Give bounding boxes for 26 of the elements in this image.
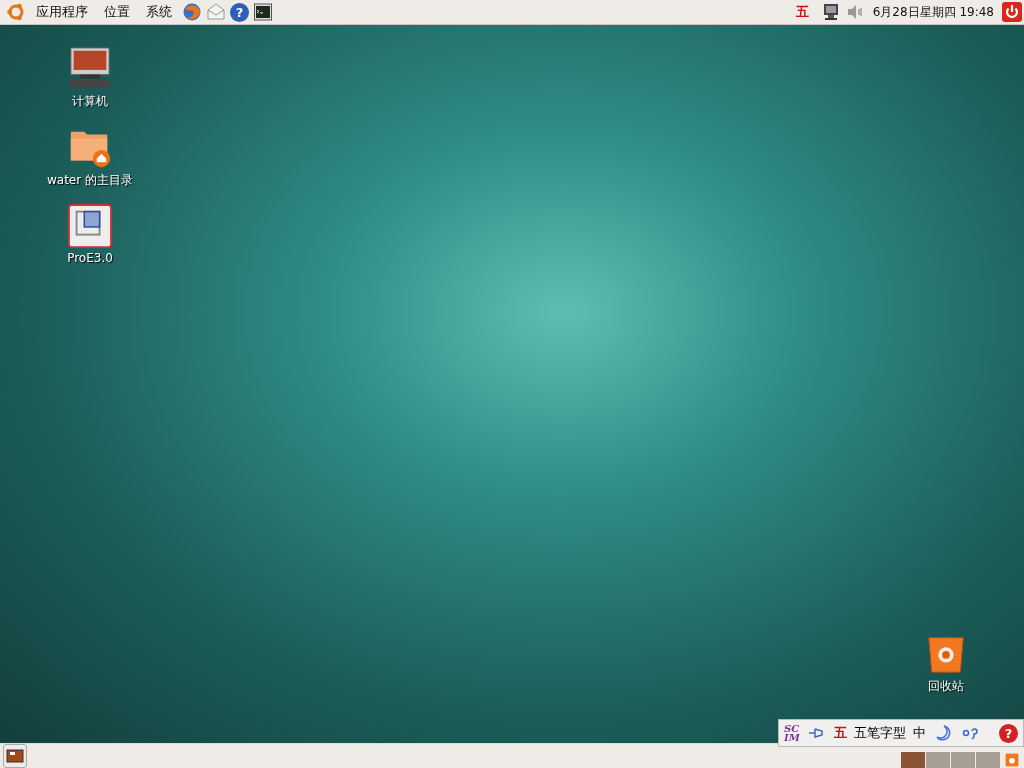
desktop-icon-label[interactable]: water 的主目录 bbox=[47, 172, 133, 189]
workspace-switcher-cell[interactable] bbox=[926, 752, 950, 768]
input-mode-indicator[interactable]: 五 bbox=[833, 724, 847, 742]
desktop-icon-label[interactable]: 回收站 bbox=[928, 678, 964, 695]
workspace-switcher-cell[interactable] bbox=[976, 752, 1000, 768]
logo-icon[interactable] bbox=[6, 2, 26, 22]
menu-item[interactable]: 应用程序 bbox=[30, 3, 94, 21]
workspace-switcher-cell[interactable] bbox=[901, 752, 925, 768]
help-icon[interactable]: ? bbox=[999, 723, 1018, 743]
desktop-icon-label[interactable]: 计算机 bbox=[72, 93, 108, 110]
browser-icon[interactable] bbox=[182, 2, 202, 22]
help-icon[interactable]: ? bbox=[230, 2, 249, 22]
power-icon[interactable] bbox=[1002, 2, 1022, 22]
desktop-icon-label[interactable]: ProE3.0 bbox=[67, 251, 113, 265]
show-desktop-icon[interactable] bbox=[3, 744, 27, 768]
scim-logo[interactable]: SC IM bbox=[784, 724, 800, 742]
application-icon[interactable] bbox=[67, 203, 113, 249]
trash-applet-icon[interactable] bbox=[1004, 752, 1020, 768]
menu-item[interactable]: 位置 bbox=[98, 3, 136, 21]
clock[interactable]: 6月28日星期四 19:48 bbox=[868, 3, 998, 21]
terminal-icon[interactable] bbox=[253, 2, 273, 22]
workspace-switcher-cell[interactable] bbox=[951, 752, 975, 768]
input-method-label[interactable]: 五笔字型 bbox=[853, 724, 906, 742]
language-indicator[interactable]: 中 bbox=[912, 724, 926, 742]
menu-item[interactable]: 系统 bbox=[140, 3, 178, 21]
input-method-indicator[interactable]: 五 bbox=[787, 3, 817, 21]
